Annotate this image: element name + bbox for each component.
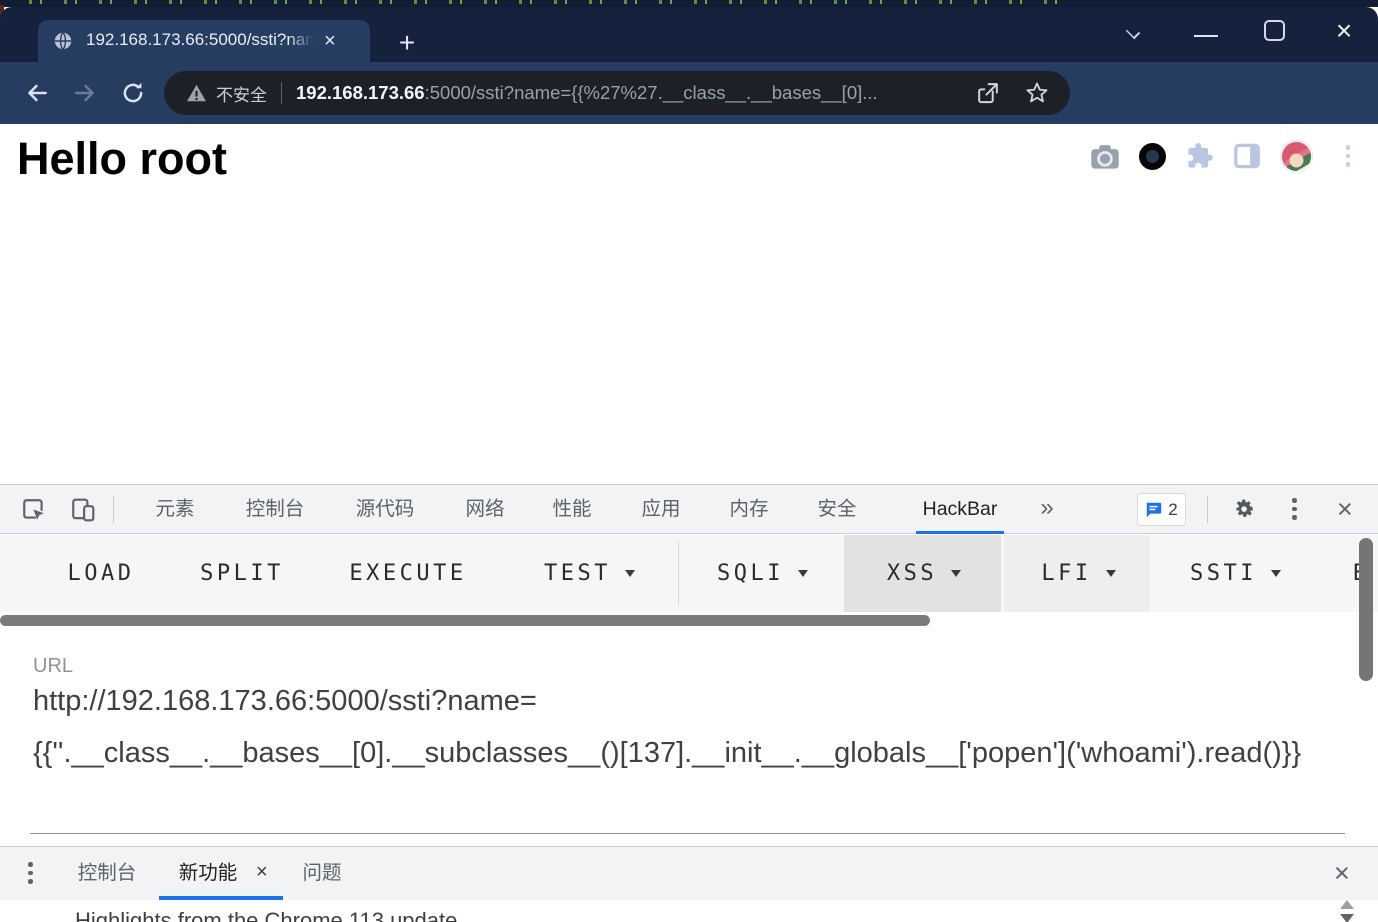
tab-search-chevron-icon[interactable] <box>1126 24 1140 38</box>
issues-message-badge[interactable]: 2 <box>1137 493 1186 526</box>
dropdown-caret-icon <box>951 570 961 577</box>
devtools-tab-sources[interactable]: 源代码 <box>356 485 415 534</box>
devtools-drawer: 控制台 新功能 × 问题 × <box>0 846 1378 900</box>
devtools-tab-console[interactable]: 控制台 <box>246 485 305 534</box>
extensions-puzzle-icon[interactable] <box>1183 139 1217 173</box>
globe-favicon-icon <box>53 31 73 51</box>
screen-edge-artifact <box>0 0 1378 7</box>
new-tab-button[interactable]: + <box>392 29 422 59</box>
browser-menu-kebab-icon[interactable] <box>1331 139 1365 173</box>
tab-title: 192.168.173.66:5000/ssti?name <box>86 30 318 49</box>
browser-tab-bar: 192.168.173.66:5000/ssti?name × + × <box>0 7 1378 62</box>
devtools-tab-security[interactable]: 安全 <box>817 485 856 534</box>
devtools-tab-performance[interactable]: 性能 <box>552 485 591 534</box>
window-minimize-button[interactable] <box>1194 35 1218 37</box>
drawer-menu-kebab-icon[interactable] <box>28 862 33 884</box>
url-field-underline <box>30 833 1345 834</box>
reload-button-icon[interactable] <box>120 80 146 106</box>
url-text: 192.168.173.66:5000/ssti?name={{%27%27._… <box>296 82 965 104</box>
settings-gear-icon[interactable] <box>1230 496 1256 522</box>
hackbar-toolbar: LOAD SPLIT EXECUTE TEST SQLI XSS LFI SST… <box>0 535 1378 612</box>
hackbar-test-menu[interactable]: TEST <box>514 535 662 612</box>
hackbar-url-label: URL <box>33 655 73 678</box>
side-panel-icon[interactable] <box>1230 139 1264 173</box>
drawer-tab-issues[interactable]: 问题 <box>302 847 341 900</box>
device-toolbar-icon[interactable] <box>70 497 96 523</box>
devtools-close-icon[interactable]: × <box>1337 496 1353 522</box>
drawer-scrollbar[interactable] <box>1336 883 1358 922</box>
toolbar-separator <box>1207 496 1208 523</box>
artifact-green-dashes <box>18 0 1058 4</box>
devtools-tab-bar: 元素 控制台 源代码 网络 性能 应用 内存 安全 HackBar » 2 × <box>0 485 1378 534</box>
more-tabs-chevron-icon[interactable]: » <box>1040 485 1053 534</box>
hackbar-url-input-line2[interactable]: {{''.__class__.__bases__[0].__subclasses… <box>33 737 1301 770</box>
hackbar-split-button[interactable]: SPLIT <box>190 535 294 612</box>
profile-avatar[interactable] <box>1279 139 1313 173</box>
message-count: 2 <box>1168 500 1177 520</box>
devtools-tab-hackbar[interactable]: HackBar <box>923 485 998 534</box>
hackbar-execute-button[interactable]: EXECUTE <box>334 535 482 612</box>
devtools-tab-application[interactable]: 应用 <box>641 485 680 534</box>
bookmark-star-icon[interactable] <box>1024 80 1050 106</box>
active-tab-underline <box>916 531 1004 534</box>
hackbar-load-button[interactable]: LOAD <box>56 535 146 612</box>
dropdown-caret-icon <box>625 570 635 577</box>
devtools-menu-kebab-icon[interactable] <box>1292 498 1297 520</box>
hackbar-separator <box>678 541 679 606</box>
dropdown-caret-icon <box>1271 570 1281 577</box>
extension-ring-icon[interactable] <box>1135 139 1169 173</box>
drawer-tab-console[interactable]: 控制台 <box>78 847 137 900</box>
omnibox-divider <box>281 82 282 104</box>
drawer-active-tab-underline <box>159 896 283 900</box>
devtools-tab-network[interactable]: 网络 <box>465 485 504 534</box>
devtools-panel: 元素 控制台 源代码 网络 性能 应用 内存 安全 HackBar » 2 × … <box>0 484 1378 922</box>
hackbar-ssti-menu[interactable]: SSTI <box>1164 535 1304 612</box>
tab-title-wrap: 192.168.173.66:5000/ssti?name <box>86 30 318 52</box>
devtools-tab-memory[interactable]: 内存 <box>729 485 768 534</box>
vertical-scrollbar-thumb[interactable] <box>1359 538 1373 681</box>
hackbar-xss-menu[interactable]: XSS <box>844 535 1001 612</box>
not-secure-label: 不安全 <box>216 81 267 106</box>
url-host: 192.168.173.66 <box>296 82 425 103</box>
back-button-icon[interactable] <box>24 80 50 106</box>
share-icon[interactable] <box>975 81 1000 106</box>
window-close-button[interactable]: × <box>1330 15 1358 47</box>
message-bubble-icon <box>1145 501 1163 519</box>
scroll-down-arrow-icon[interactable] <box>1340 914 1354 922</box>
browser-toolbar: 不安全 192.168.173.66:5000/ssti?name={{%27%… <box>0 62 1378 124</box>
inspect-element-icon[interactable] <box>21 497 47 523</box>
horizontal-scrollbar-thumb[interactable] <box>0 615 930 626</box>
dropdown-caret-icon <box>798 570 808 577</box>
hackbar-url-input-line1[interactable]: http://192.168.173.66:5000/ssti?name= <box>33 685 537 718</box>
drawer-tab-whats-new[interactable]: 新功能 <box>179 847 238 900</box>
window-maximize-button[interactable] <box>1264 20 1285 41</box>
forward-button-icon[interactable] <box>72 80 98 106</box>
scroll-up-arrow-icon[interactable] <box>1340 900 1354 909</box>
toolbar-separator <box>113 496 114 523</box>
tab-title-fade <box>288 30 318 52</box>
whats-new-heading: Highlights from the Chrome 113 update <box>75 908 457 922</box>
address-bar[interactable]: 不安全 192.168.173.66:5000/ssti?name={{%27%… <box>164 71 1070 115</box>
browser-tab[interactable]: 192.168.173.66:5000/ssti?name × <box>38 20 370 62</box>
whats-new-panel: Highlights from the Chrome 113 update <box>0 901 1378 922</box>
screenshot-camera-icon[interactable] <box>1088 139 1122 173</box>
not-secure-warning-icon <box>186 84 207 103</box>
hackbar-lfi-menu[interactable]: LFI <box>1004 535 1150 612</box>
url-path: :5000/ssti?name={{%27%27.__class__.__bas… <box>425 82 878 103</box>
dropdown-caret-icon <box>1106 570 1116 577</box>
drawer-tab-close-icon[interactable]: × <box>256 847 268 900</box>
devtools-tab-elements[interactable]: 元素 <box>155 485 194 534</box>
hackbar-sqli-menu[interactable]: SQLI <box>696 535 826 612</box>
page-title: Hello root <box>17 133 227 185</box>
tab-close-icon[interactable]: × <box>324 31 336 51</box>
